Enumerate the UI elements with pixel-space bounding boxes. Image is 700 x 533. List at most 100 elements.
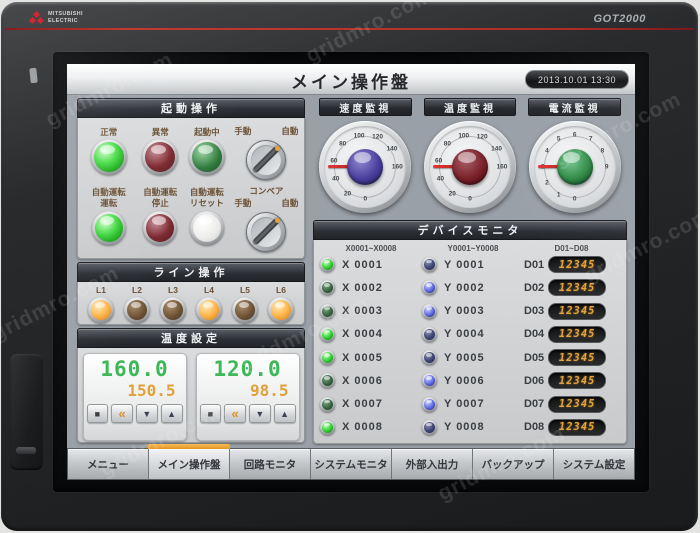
rotary-lever-dot [275, 217, 281, 223]
brand-text: MITSUBISHI ELECTRIC [48, 11, 83, 24]
line-lamp-label: L3 [168, 285, 178, 295]
d-label: D05 [524, 351, 545, 364]
gauge-tick-label: 140 [386, 145, 398, 153]
lamp-glass [94, 213, 123, 242]
lamp-glass [322, 375, 333, 387]
lamp-glass [163, 300, 183, 320]
gauge-title: 温度監視 [423, 98, 517, 116]
startup-cell-label: 起動中 [183, 124, 231, 137]
label-line: リセット [189, 198, 224, 209]
hmi-device-bezel: MITSUBISHI ELECTRIC GOT2000 メイン操作盤 2013.1… [1, 2, 698, 531]
line-lamp-label: L2 [132, 285, 142, 295]
gauge-tick-label: 160 [496, 163, 508, 171]
rotary-switch[interactable] [246, 211, 287, 252]
gauge-tick-label: 140 [491, 145, 503, 153]
y-lamp [422, 419, 437, 435]
startup-lamp-cell: 正常 [80, 124, 137, 176]
gauge-tick-label: 20 [448, 190, 456, 198]
gauge-column: 温度監視 0 20 40 60 80 100 120 140 160 [418, 98, 523, 216]
menu-tab[interactable]: システム設定 [554, 449, 634, 479]
lamp-glass [199, 300, 219, 320]
lamp-glass [424, 259, 435, 270]
panel-title: ライン操作 [77, 262, 305, 282]
mitsubishi-logo: MITSUBISHI ELECTRIC [28, 10, 83, 24]
menu-tab[interactable]: システムモニタ [311, 449, 392, 479]
line-lamp [196, 297, 222, 323]
startup-lamp-cell: 異常 [137, 124, 183, 176]
switch-label-right: 自動 [281, 197, 299, 208]
indicator-lamp [91, 210, 126, 245]
line-lamp [268, 297, 294, 323]
screen-header: メイン操作盤 2013.10.01 13:30 [67, 64, 635, 95]
gauge-column: 速度監視 0 20 40 60 80 100 120 140 160 [313, 98, 418, 216]
table-row: X 0008 Y 0008 D08 12345 [320, 418, 626, 436]
menu-tab[interactable]: 回路モニタ [230, 449, 311, 479]
down-button[interactable]: ▼ [249, 404, 271, 423]
y-device-cell: Y 0008 [422, 419, 524, 435]
d-label: D01 [524, 258, 545, 271]
up-button[interactable]: ▲ [160, 404, 183, 423]
startup-cell-label: 自動運転 リセット [183, 186, 231, 209]
column-header: Y0001~Y0008 [447, 244, 499, 253]
column-header: D01~D08 [554, 244, 589, 253]
gauge-tick-label: 7 [588, 135, 593, 143]
sv-value: 150.5 [127, 381, 176, 400]
table-row: X 0004 Y 0004 D04 12345 [320, 325, 626, 343]
gauge-center-dome [556, 149, 593, 185]
x-lamp [320, 280, 335, 296]
x-label: X 0008 [342, 421, 383, 434]
x-lamp [320, 326, 335, 342]
menu-tab-label: 回路モニタ [243, 458, 297, 471]
line-lamp-cell: L3 [160, 285, 186, 324]
indicator-lamp [142, 139, 179, 176]
line-lamp-cell: L1 [88, 285, 114, 324]
menu-tab[interactable]: バックアップ [473, 449, 554, 479]
panel-title: 起動操作 [77, 98, 305, 118]
menu-tab-label: システムモニタ [314, 458, 388, 471]
label-line: 自動運転 [143, 187, 178, 198]
x-lamp [320, 257, 335, 272]
lamp-glass [192, 213, 221, 242]
x-label: X 0001 [342, 258, 383, 271]
line-lamp-label: L4 [204, 285, 214, 295]
down-button[interactable]: ▼ [136, 404, 158, 423]
shift-button[interactable]: « [224, 404, 246, 423]
y-lamp [422, 303, 437, 319]
gauge-tick-label: 120 [476, 133, 488, 141]
x-device-cell: X 0004 [320, 326, 422, 342]
y-device-cell: Y 0004 [422, 326, 524, 342]
menu-tab[interactable]: メニュー [68, 449, 149, 479]
d-device-cell: D05 12345 [524, 349, 619, 367]
up-button[interactable]: ▲ [273, 404, 296, 423]
startup-lamp-cell: 自動運転 リセット [183, 186, 231, 245]
y-lamp [422, 373, 437, 389]
table-row: X 0007 Y 0007 D07 12345 [320, 395, 626, 413]
stop-button[interactable]: ■ [86, 404, 109, 423]
switch-position-labels: 手動 自動 [234, 197, 298, 209]
gauge-tick-label: 100 [458, 132, 470, 140]
x-device-cell: X 0005 [320, 350, 422, 366]
y-lamp [422, 257, 437, 272]
stop-button[interactable]: ■ [199, 404, 222, 423]
line-lamp [160, 297, 186, 323]
gauge-tick-label: 4 [545, 147, 549, 155]
lamp-glass [235, 300, 255, 320]
gauge-center-dome [452, 149, 488, 185]
y-label: Y 0006 [444, 374, 485, 387]
sd-card-slot-cover [10, 354, 43, 470]
table-row: X 0005 Y 0005 D05 12345 [320, 349, 626, 367]
gauge-tick-label: 1 [556, 191, 561, 199]
gauge-meter: 0123456789 [528, 121, 621, 213]
lamp-glass [127, 300, 147, 320]
rotary-switch[interactable] [246, 140, 287, 181]
temp-controller-card: 120.0 98.5 ■ «▼ ▲ [195, 353, 300, 441]
d-device-cell: D03 12345 [524, 302, 619, 320]
menu-tab-label: バックアップ [481, 458, 545, 471]
menu-tab[interactable]: メイン操作盤 [148, 444, 230, 479]
gauge-tick-label: 160 [391, 163, 403, 171]
gauge-tick-label: 40 [332, 175, 340, 183]
shift-button[interactable]: « [111, 404, 133, 423]
pv-value: 120.0 [213, 357, 282, 381]
x-label: X 0003 [342, 305, 383, 318]
menu-tab[interactable]: 外部入出力 [392, 449, 473, 479]
